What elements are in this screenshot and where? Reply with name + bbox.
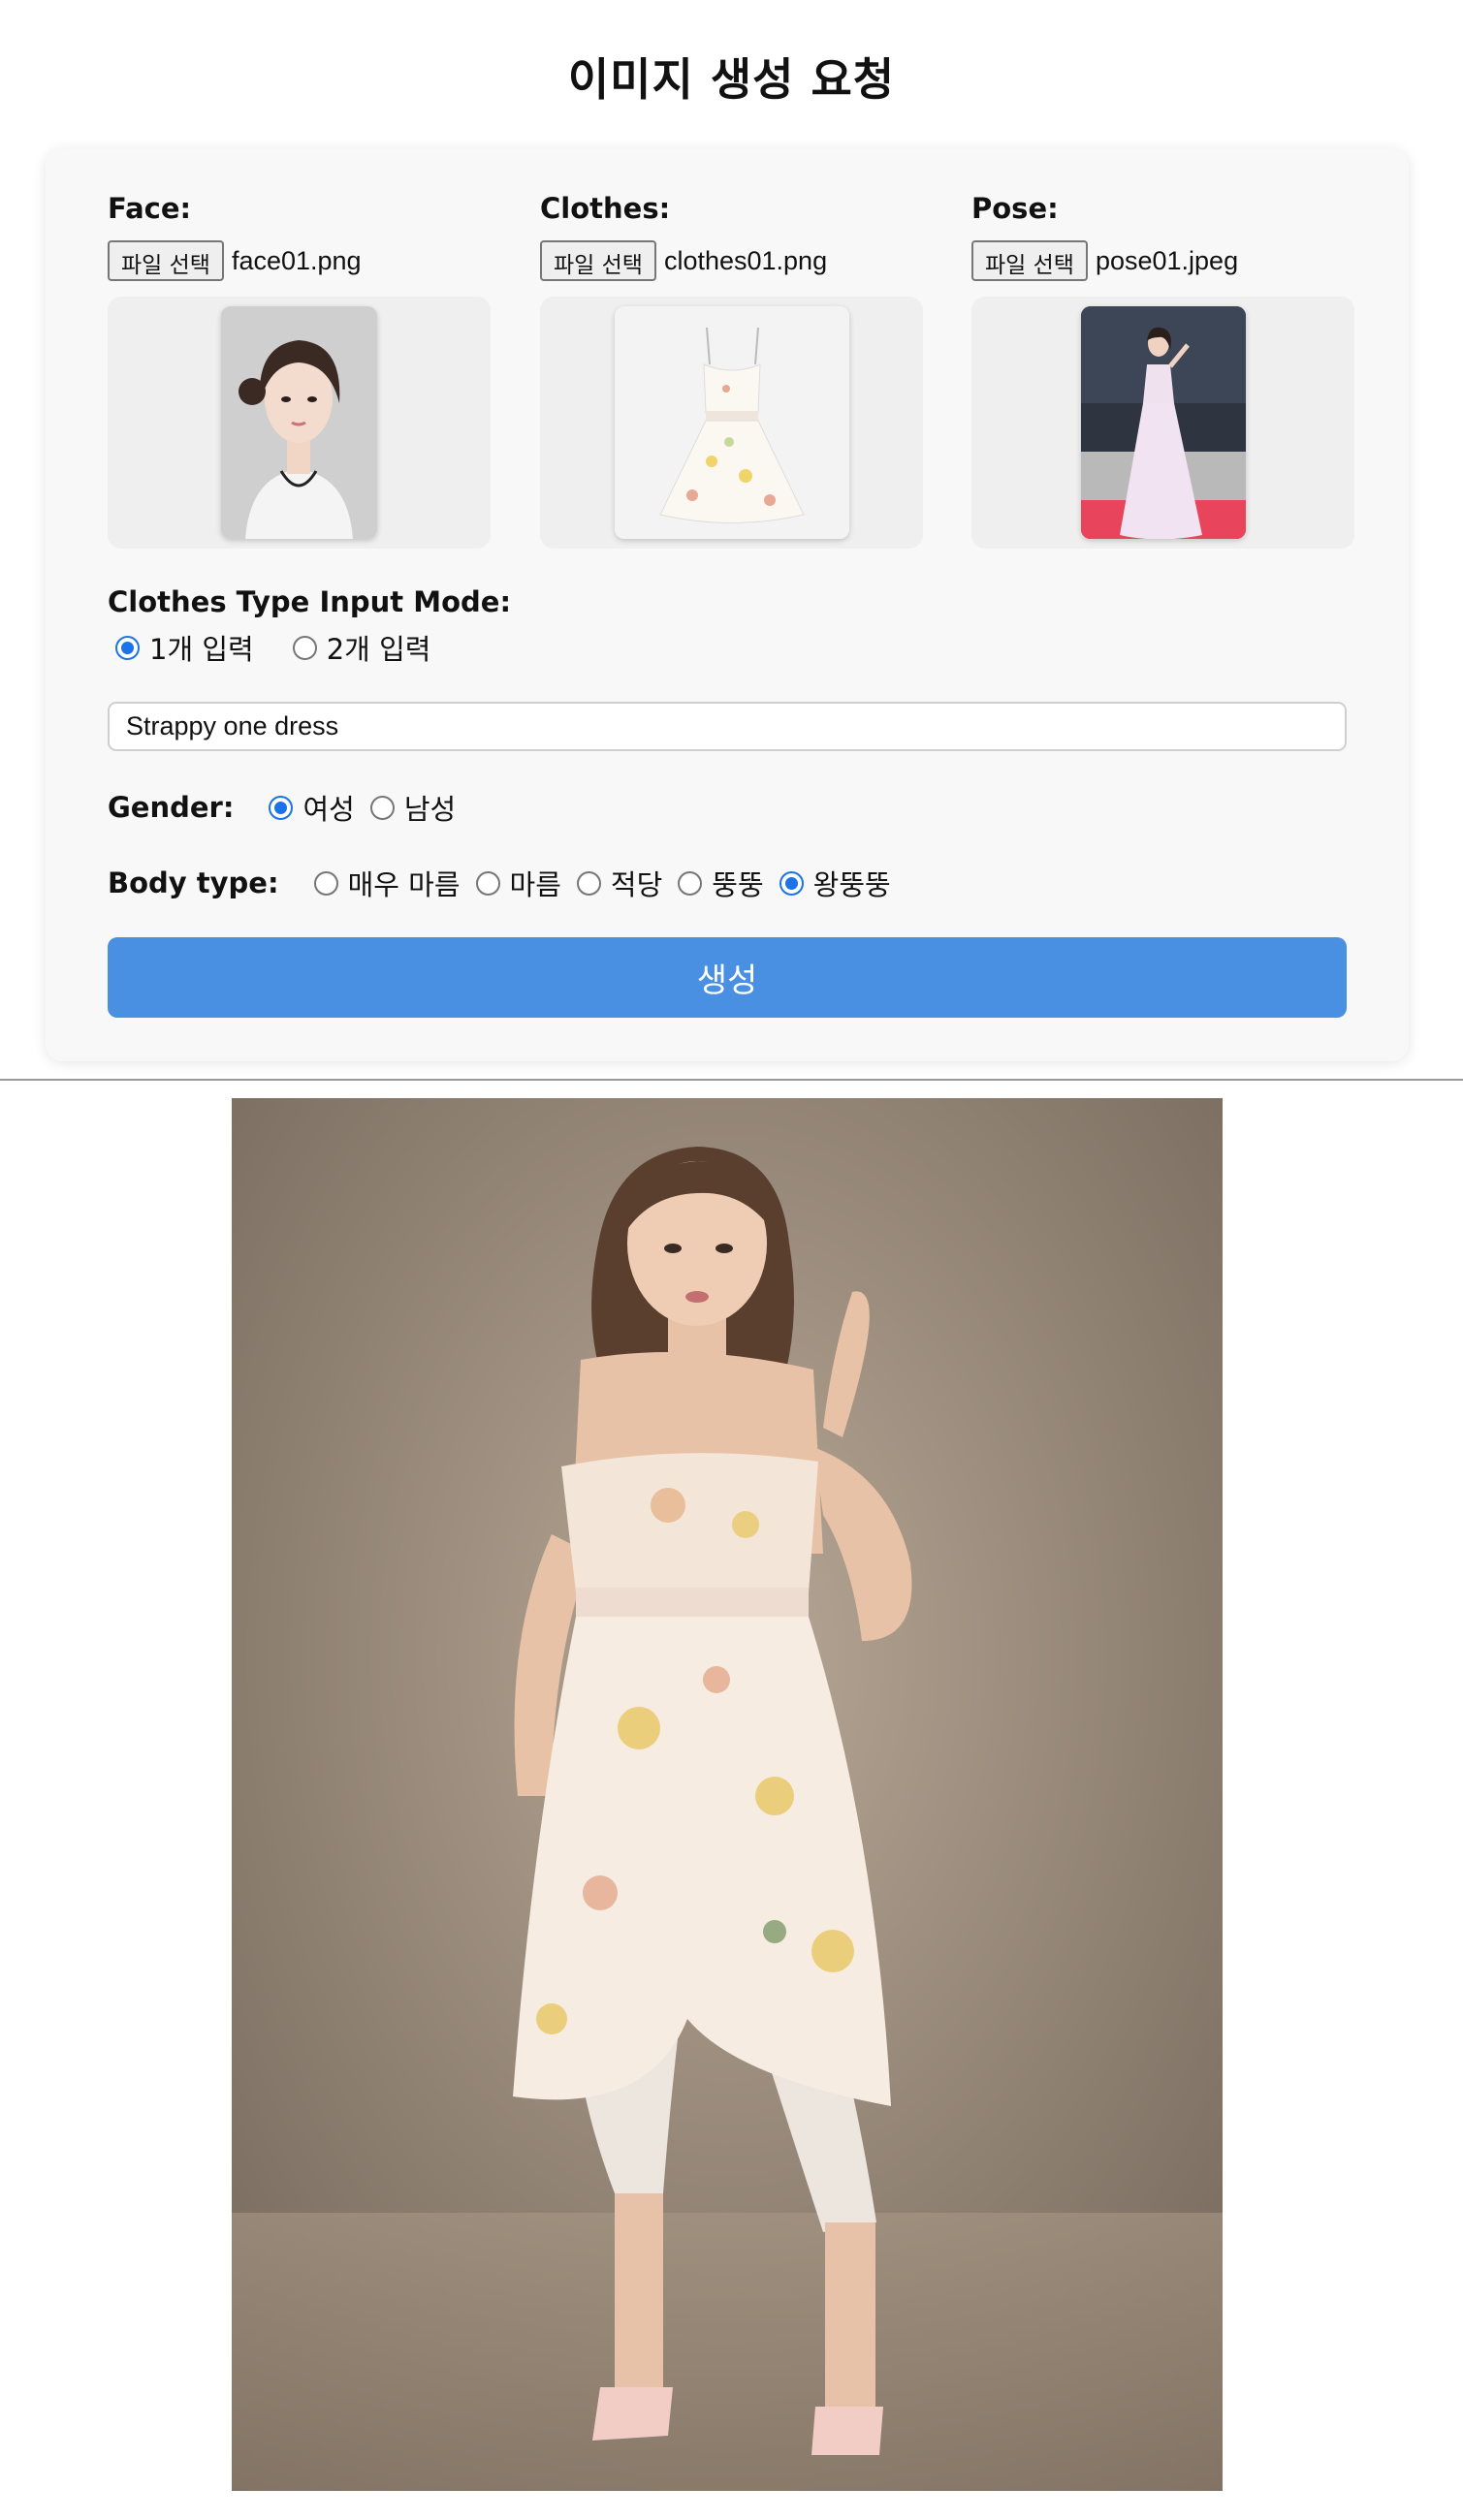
- body-type-option-average[interactable]: 적당: [576, 863, 662, 903]
- pose-upload-section: Pose: 파일 선택 pose01.jpeg: [971, 192, 1354, 549]
- clothes-file-button[interactable]: 파일 선택: [540, 240, 656, 281]
- clothes-mode-group: 1개 입력 2개 입력: [115, 627, 452, 668]
- clothes-thumbnail: [614, 306, 849, 539]
- radio-unselected[interactable]: [369, 795, 395, 820]
- clothes-mode-option-2[interactable]: 2개 입력: [292, 627, 430, 668]
- body-type-option-very-heavy[interactable]: 왕뚱뚱: [779, 863, 891, 903]
- gender-label: Gender:: [108, 791, 235, 824]
- gender-option-female[interactable]: 여성: [269, 787, 355, 828]
- clothes-upload-section: Clothes: 파일 선택 clothes01.png: [540, 192, 923, 549]
- clothes-mode-label: Clothes Type Input Mode:: [108, 585, 512, 618]
- divider: [0, 1079, 1463, 1081]
- radio-unselected[interactable]: [576, 870, 601, 896]
- pose-thumbnail: [1080, 306, 1246, 539]
- body-type-option-heavy[interactable]: 뚱뚱: [678, 863, 764, 903]
- radio-unselected[interactable]: [313, 870, 338, 896]
- radio-selected[interactable]: [115, 635, 140, 660]
- pose-preview: [971, 297, 1354, 549]
- gender-option-male[interactable]: 남성: [369, 787, 456, 828]
- pose-filename: pose01.jpeg: [1095, 245, 1239, 275]
- face-file-button[interactable]: 파일 선택: [108, 240, 224, 281]
- face-preview: [108, 297, 491, 549]
- clothes-label: Clothes:: [540, 192, 671, 225]
- face-filename: face01.png: [231, 245, 362, 275]
- clothes-mode-option-1[interactable]: 1개 입력: [115, 627, 254, 668]
- clothes-filename: clothes01.png: [663, 245, 828, 275]
- generate-button[interactable]: 생성: [108, 937, 1347, 1018]
- clothes-preview: [540, 297, 923, 549]
- radio-unselected[interactable]: [678, 870, 703, 896]
- generated-result-image: [232, 1098, 1223, 2491]
- radio-unselected[interactable]: [292, 635, 317, 660]
- radio-unselected[interactable]: [475, 870, 500, 896]
- body-type-option-thin[interactable]: 마름: [475, 863, 561, 903]
- pose-file-button[interactable]: 파일 선택: [971, 240, 1088, 281]
- face-thumbnail: [221, 306, 377, 539]
- body-type-option-very-thin[interactable]: 매우 마름: [313, 863, 461, 903]
- radio-selected[interactable]: [779, 870, 804, 896]
- clothes-type-input[interactable]: [108, 702, 1347, 751]
- gender-group: Gender: 여성 남성: [108, 787, 477, 828]
- pose-label: Pose:: [971, 192, 1059, 225]
- body-type-group: Body type: 매우 마름 마름 적당 뚱뚱 왕뚱뚱: [108, 863, 912, 903]
- body-type-label: Body type:: [108, 866, 279, 899]
- radio-selected[interactable]: [269, 795, 294, 820]
- face-upload-section: Face: 파일 선택 face01.png: [108, 192, 491, 549]
- page-title: 이미지 생성 요청: [567, 53, 896, 106]
- face-label: Face:: [108, 192, 192, 225]
